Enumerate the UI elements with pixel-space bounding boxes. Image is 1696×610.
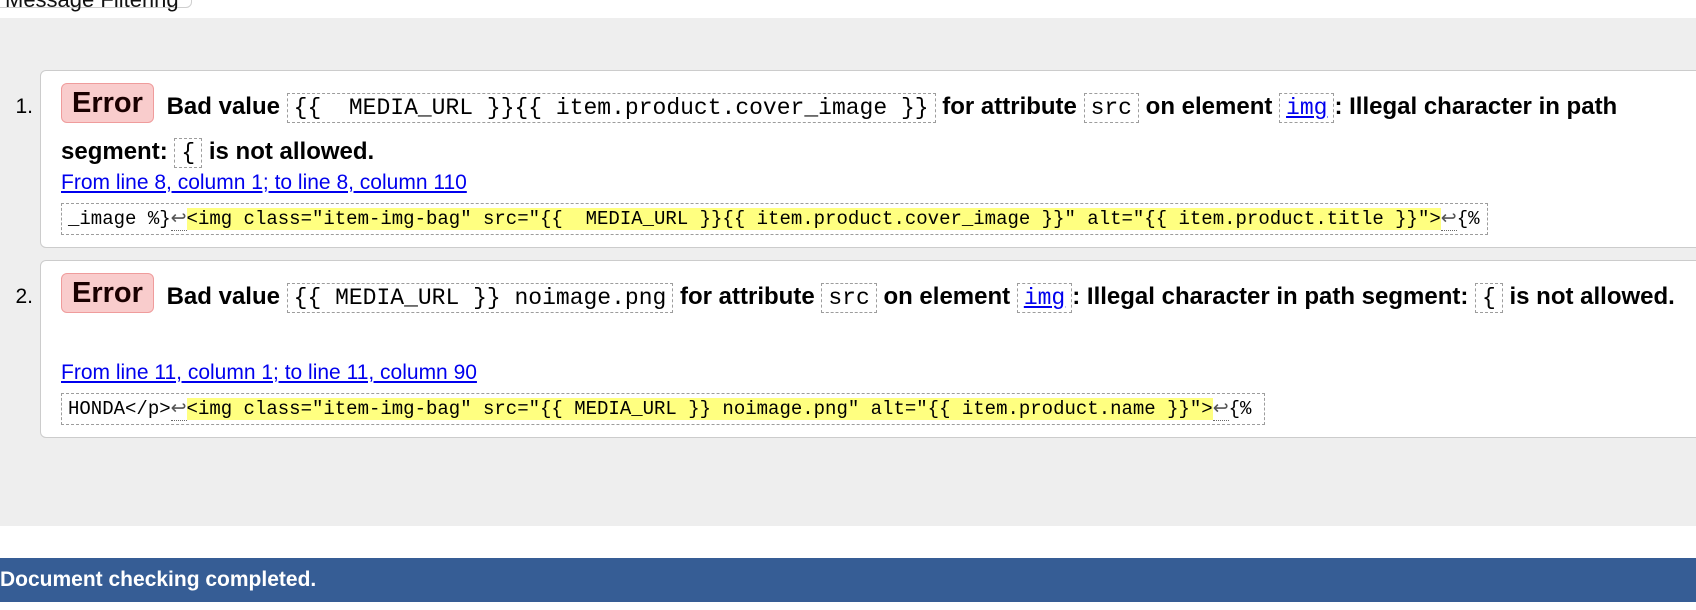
extract-highlight: <img class="item-img-bag" src="{{ MEDIA_… [186, 398, 1213, 420]
extract-after: {% en [1228, 398, 1264, 420]
for-attribute-text: for attribute [942, 93, 1077, 120]
status-text: Document checking completed. [0, 568, 317, 591]
error-message: 1. Error Bad value {{ MEDIA_URL }}{{ ite… [15, 70, 1696, 248]
line-feed-icon: ↩ [170, 398, 187, 421]
source-extract: _image %}↩<img class="item-img-bag" src=… [61, 203, 1488, 235]
not-allowed-text: is not allowed. [1509, 283, 1675, 310]
for-attribute-text: for attribute [680, 283, 815, 310]
extract-after: {% el [1456, 208, 1480, 230]
element-code: img [1279, 93, 1335, 123]
error-badge: Error [61, 83, 154, 123]
extract-before: _image %} [68, 208, 171, 230]
source-extract: HONDA</p>↩<img class="item-img-bag" src=… [61, 393, 1265, 425]
illegal-character-text: : Illegal character in path segment: [1072, 283, 1469, 310]
extract-before: HONDA</p> [68, 398, 171, 420]
illegal-char-code: { [1475, 283, 1503, 313]
on-element-text: on element [883, 283, 1011, 310]
element-link[interactable]: img [1024, 285, 1065, 311]
message-number: 1. [15, 95, 33, 118]
line-feed-icon: ↩ [170, 208, 187, 231]
message-filtering-tab[interactable]: Message Filtering [0, 0, 192, 12]
line-feed-icon: ↩ [1440, 208, 1457, 231]
attribute-code: src [1083, 93, 1139, 123]
bad-value-code: {{ MEDIA_URL }}{{ item.product.cover_ima… [286, 93, 936, 123]
on-element-text: on element [1145, 93, 1273, 120]
message-number: 2. [15, 285, 33, 308]
extract-highlight: <img class="item-img-bag" src="{{ MEDIA_… [186, 208, 1441, 230]
attribute-code: src [821, 283, 877, 313]
bad-value-text: Bad value [166, 93, 280, 120]
bad-value-text: Bad value [166, 283, 280, 310]
location-link[interactable]: From line 11, column 1; to line 11, colu… [61, 361, 477, 385]
element-code: img [1016, 283, 1073, 313]
bad-value-code: {{ MEDIA_URL }} noimage.png [286, 283, 674, 313]
message-filtering-label: Message Filtering [5, 0, 179, 12]
status-bar: Document checking completed. [0, 558, 1696, 602]
element-link[interactable]: img [1286, 95, 1327, 121]
not-allowed-text: is not allowed. [208, 138, 375, 165]
message-text: Error Bad value {{ MEDIA_URL }} noimage.… [61, 273, 1696, 320]
message-text: Error Bad value {{ MEDIA_URL }}{{ item.p… [61, 83, 1696, 175]
results-panel: 1. Error Bad value {{ MEDIA_URL }}{{ ite… [0, 18, 1696, 526]
error-badge: Error [61, 273, 154, 313]
error-message: 2. Error Bad value {{ MEDIA_URL }} noima… [15, 260, 1696, 438]
illegal-char-code: { [174, 138, 203, 168]
line-feed-icon: ↩ [1212, 398, 1229, 421]
location-link[interactable]: From line 8, column 1; to line 8, column… [61, 171, 467, 195]
